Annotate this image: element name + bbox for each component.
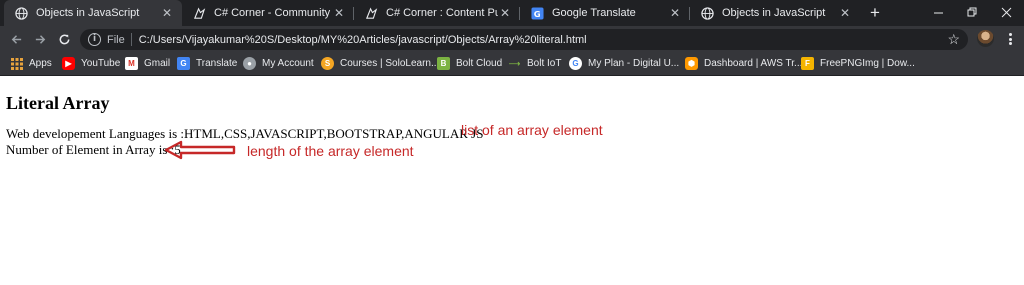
bolt-iot-icon: ⟶: [508, 59, 521, 68]
info-icon[interactable]: i: [88, 33, 101, 46]
google-icon: G: [569, 57, 582, 70]
bookmark-my-account[interactable]: ● My Account: [243, 52, 314, 75]
csharp-corner-icon: [364, 6, 378, 20]
apps-grid-icon: [10, 57, 23, 70]
tab-title: Objects in JavaScript: [36, 7, 140, 19]
bookmark-translate[interactable]: G Translate: [177, 52, 237, 75]
bolt-cloud-icon: B: [437, 57, 450, 70]
languages-line: Web developement Languages is :HTML,CSS,…: [6, 126, 484, 141]
close-tab-icon[interactable]: ✕: [498, 6, 512, 20]
element-count-line: Number of Element in Array is :5: [6, 142, 181, 157]
google-translate-icon: G: [530, 6, 544, 20]
tab-csharp-corner-community[interactable]: C# Corner - Community of Sof ✕: [182, 0, 354, 26]
csharp-corner-icon: [192, 6, 206, 20]
freepngimg-icon: F: [801, 57, 814, 70]
close-tab-icon[interactable]: ✕: [160, 6, 174, 20]
close-window-button[interactable]: [988, 0, 1024, 24]
youtube-icon: ▶: [62, 57, 75, 70]
tab-csharp-corner-publisher[interactable]: C# Corner : Content Publisher ✕: [354, 0, 520, 26]
tab-title: C# Corner : Content Publisher: [386, 7, 498, 19]
bookmark-label: Courses | SoloLearn...: [340, 58, 440, 69]
back-button[interactable]: [7, 30, 25, 48]
google-translate-icon: G: [177, 57, 190, 70]
close-tab-icon[interactable]: ✕: [332, 6, 346, 20]
bookmark-sololearn[interactable]: S Courses | SoloLearn...: [321, 52, 439, 75]
globe-icon: [700, 6, 714, 20]
bookmark-label: Bolt Cloud: [456, 58, 503, 69]
tab-objects-in-javascript-2[interactable]: Objects in JavaScript ✕: [690, 0, 860, 26]
svg-text:G: G: [533, 8, 540, 18]
bookmark-label: YouTube: [81, 58, 121, 69]
bookmark-label: Translate: [196, 58, 238, 69]
sololearn-icon: S: [321, 57, 334, 70]
restore-icon: [967, 7, 976, 16]
bookmark-label: Apps: [29, 58, 52, 69]
bookmark-label: Bolt IoT: [527, 58, 562, 69]
profile-avatar[interactable]: [977, 30, 994, 47]
tab-title: Objects in JavaScript: [722, 7, 826, 19]
bookmark-apps[interactable]: Apps: [10, 52, 52, 75]
annotation-arrow-icon: [164, 140, 236, 160]
aws-icon: ⬢: [685, 57, 698, 70]
bookmark-label: My Account: [262, 58, 314, 69]
bookmark-freepngimg[interactable]: F FreePNGImg | Dow...: [801, 52, 915, 75]
bookmark-bolt-iot[interactable]: ⟶ Bolt IoT: [508, 52, 562, 75]
forward-button[interactable]: [31, 30, 49, 48]
bookmarks-bar: Apps ▶ YouTube M Gmail G Translate ● My …: [0, 52, 1024, 76]
minimize-button[interactable]: [920, 0, 956, 24]
bookmark-youtube[interactable]: ▶ YouTube: [62, 52, 120, 75]
tab-title: C# Corner - Community of Sof: [214, 7, 332, 19]
close-tab-icon[interactable]: ✕: [668, 6, 682, 20]
tab-objects-in-javascript[interactable]: Objects in JavaScript ✕: [4, 0, 182, 26]
address-bar[interactable]: i File C:/Users/Vijayakumar%20S/Desktop/…: [80, 29, 968, 50]
tab-google-translate[interactable]: G Google Translate ✕: [520, 0, 690, 26]
bookmark-label: FreePNGImg | Dow...: [820, 58, 915, 69]
globe-icon: [14, 6, 28, 20]
google-account-icon: ●: [243, 57, 256, 70]
bookmark-label: Dashboard | AWS Tr...: [704, 58, 803, 69]
reload-button[interactable]: [55, 30, 73, 48]
scheme-label: File: [107, 33, 125, 46]
new-tab-button[interactable]: +: [866, 3, 884, 23]
page-heading: Literal Array: [6, 93, 110, 113]
annotation-list-label: list of an array element: [461, 122, 603, 138]
bookmark-label: Gmail: [144, 58, 171, 69]
url-text[interactable]: C:/Users/Vijayakumar%20S/Desktop/MY%20Ar…: [139, 34, 587, 46]
forward-arrow-icon: [35, 34, 45, 44]
bookmark-gmail[interactable]: M Gmail: [125, 52, 170, 75]
bookmark-star-icon[interactable]: ☆: [947, 31, 960, 48]
page-content: Literal Array Web developement Languages…: [0, 77, 1024, 285]
bookmark-my-plan[interactable]: G My Plan - Digital U...: [569, 52, 679, 75]
browser-toolbar: i File C:/Users/Vijayakumar%20S/Desktop/…: [0, 26, 1024, 52]
tab-title: Google Translate: [552, 7, 636, 19]
bookmark-bolt-cloud[interactable]: B Bolt Cloud: [437, 52, 502, 75]
bookmark-label: My Plan - Digital U...: [588, 58, 680, 69]
annotation-length-label: length of the array element: [247, 143, 414, 159]
bookmark-aws-dashboard[interactable]: ⬢ Dashboard | AWS Tr...: [685, 52, 802, 75]
chrome-menu-button[interactable]: [1005, 31, 1015, 47]
tab-strip: Objects in JavaScript ✕ C# Corner - Comm…: [0, 0, 1024, 26]
close-icon: [1001, 7, 1011, 17]
back-arrow-icon: [11, 34, 21, 44]
close-tab-icon[interactable]: ✕: [838, 6, 852, 20]
minimize-icon: [933, 12, 943, 13]
restore-button[interactable]: [954, 0, 990, 24]
gmail-icon: M: [125, 57, 138, 70]
reload-icon: [59, 34, 69, 44]
